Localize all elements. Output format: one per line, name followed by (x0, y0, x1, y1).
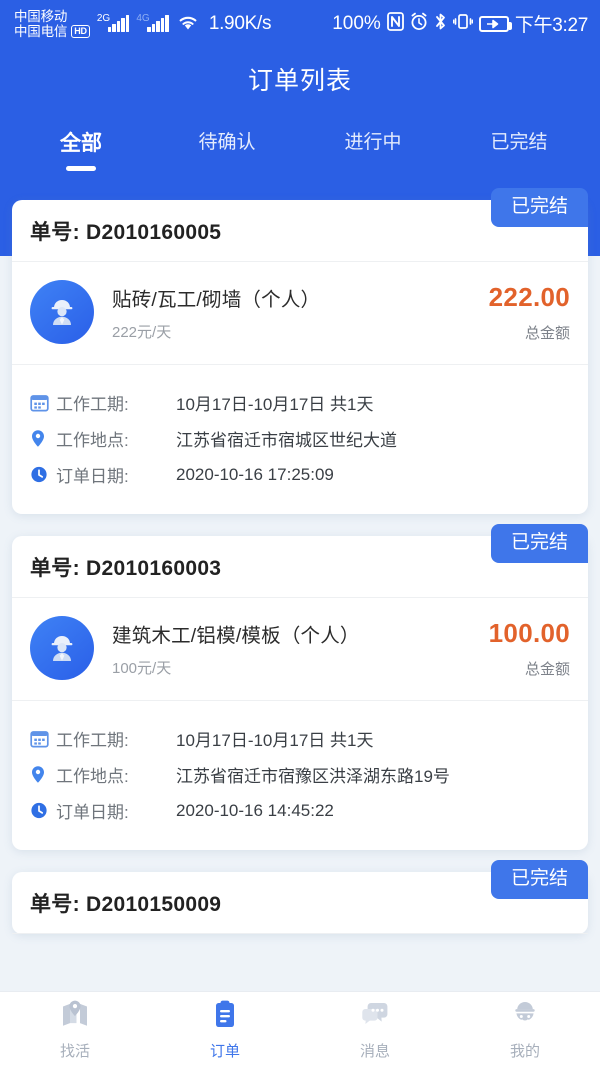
calendar-icon (30, 729, 56, 748)
signal-4g-label: 4G (136, 13, 150, 24)
meta-row-duration: 工作工期: 10月17日-10月17日 共1天 (30, 390, 570, 415)
avatar (30, 616, 94, 680)
nav-label-profile: 我的 (509, 1042, 540, 1060)
meta-label-location: 工作地点: (56, 431, 129, 450)
map-pin-icon (30, 429, 56, 448)
meta-row-duration: 工作工期: 10月17日-10月17日 共1天 (30, 726, 570, 751)
meta-value-duration: 10月17日-10月17日 共1天 (176, 395, 374, 414)
meta-label-duration: 工作工期: (56, 395, 129, 414)
job-title: 建筑木工/铝模/模板（个人） (112, 624, 360, 647)
meta-label-duration: 工作工期: (56, 731, 129, 750)
tab-pending-confirm[interactable]: 待确认 (154, 127, 300, 171)
network-speed: 1.90K/s (208, 12, 272, 34)
nav-label-messages: 消息 (359, 1042, 390, 1060)
order-meta: 工作工期: 10月17日-10月17日 共1天 工作地点: 江苏省宿迁市宿城区世… (12, 364, 588, 514)
meta-row-date: 订单日期: 2020-10-16 14:45:22 (30, 798, 570, 823)
meta-value-duration: 10月17日-10月17日 共1天 (176, 731, 374, 750)
order-meta: 工作工期: 10月17日-10月17日 共1天 工作地点: 江苏省宿迁市宿豫区洪… (12, 700, 588, 850)
job-rate: 100元/天 (112, 659, 172, 677)
clock-icon (30, 465, 56, 484)
nav-item-find-work[interactable]: 找活 (0, 999, 150, 1061)
signal-2g-label: 2G (96, 13, 111, 24)
order-price: 222.00 (488, 281, 570, 312)
nav-item-profile[interactable]: 我的 (450, 999, 600, 1061)
order-number: 单号: D2010150009 (30, 892, 222, 916)
job-title: 贴砖/瓦工/砌墙（个人） (112, 288, 321, 311)
order-list[interactable]: 已完结 单号: D2010160005 贴砖/瓦工/砌墙（个人） 222元/天 … (0, 188, 600, 991)
order-card[interactable]: 已完结 单号: D2010160005 贴砖/瓦工/砌墙（个人） 222元/天 … (12, 188, 588, 514)
map-pin-icon (60, 999, 90, 1034)
carrier-secondary: 中国电信 (14, 23, 68, 39)
page-title: 订单列表 (247, 67, 352, 95)
avatar (30, 280, 94, 344)
status-icons: 100% 下午3:27 (332, 10, 588, 37)
bluetooth-icon (434, 12, 447, 35)
meta-value-date: 2020-10-16 17:25:09 (176, 464, 334, 484)
status-badge: 已完结 (490, 860, 588, 899)
alarm-icon (410, 12, 428, 35)
signal-2g-icon: 2G (96, 13, 130, 32)
meta-row-location: 工作地点: 江苏省宿迁市宿城区世纪大道 (30, 426, 570, 451)
vibrate-icon (452, 12, 474, 35)
nav-label-find-work: 找活 (59, 1042, 90, 1060)
tab-all[interactable]: 全部 (8, 127, 154, 171)
meta-label-date: 订单日期: (56, 803, 129, 822)
order-price-label: 总金额 (524, 324, 570, 342)
tab-bar: 全部 待确认 进行中 已完结 (0, 127, 600, 171)
order-card[interactable]: 已完结 单号: D2010160003 建筑木工/铝模/模板（个人） 100元/… (12, 524, 588, 850)
clipboard-icon (210, 999, 240, 1034)
order-job-row: 建筑木工/铝模/模板（个人） 100元/天 100.00 总金额 (12, 598, 588, 700)
status-badge: 已完结 (490, 524, 588, 563)
nav-item-messages[interactable]: 消息 (300, 999, 450, 1061)
order-price: 100.00 (488, 617, 570, 648)
battery-percent: 100% (332, 12, 381, 34)
helmet-person-icon (510, 999, 540, 1034)
clock-icon (30, 801, 56, 820)
tab-completed-label: 已完结 (490, 132, 548, 153)
chat-bubbles-icon (360, 999, 390, 1034)
meta-value-location: 江苏省宿迁市宿豫区洪泽湖东路19号 (176, 767, 450, 786)
wifi-icon (176, 12, 200, 36)
nav-item-orders[interactable]: 订单 (150, 999, 300, 1061)
job-rate: 222元/天 (112, 323, 172, 341)
meta-value-location: 江苏省宿迁市宿城区世纪大道 (176, 431, 397, 450)
signal-4g-icon: 4G (136, 13, 169, 32)
nav-label-orders: 订单 (209, 1042, 240, 1060)
order-card[interactable]: 已完结 单号: D2010150009 (12, 860, 588, 934)
meta-row-location: 工作地点: 江苏省宿迁市宿豫区洪泽湖东路19号 (30, 762, 570, 787)
hd-badge: HD (71, 24, 90, 38)
tab-all-label: 全部 (60, 132, 102, 155)
nfc-icon (386, 12, 404, 35)
status-bar: 中国移动 中国电信 HD 2G 4G 1.90K/s 100% 下午3:27 (0, 0, 600, 47)
order-number: 单号: D2010160005 (30, 220, 222, 244)
tab-in-progress-label: 进行中 (344, 132, 402, 153)
carrier-primary: 中国移动 (14, 8, 68, 24)
tab-in-progress[interactable]: 进行中 (300, 127, 446, 171)
order-job-row: 贴砖/瓦工/砌墙（个人） 222元/天 222.00 总金额 (12, 262, 588, 364)
meta-row-date: 订单日期: 2020-10-16 17:25:09 (30, 462, 570, 487)
tab-pending-confirm-label: 待确认 (198, 132, 256, 153)
status-badge: 已完结 (490, 188, 588, 227)
order-number: 单号: D2010160003 (30, 556, 222, 580)
map-pin-icon (30, 765, 56, 784)
tab-active-indicator (66, 166, 96, 171)
meta-label-date: 订单日期: (56, 467, 129, 486)
meta-value-date: 2020-10-16 14:45:22 (176, 800, 334, 820)
carrier-info: 中国移动 中国电信 HD (14, 9, 90, 39)
meta-label-location: 工作地点: (56, 767, 129, 786)
tab-completed[interactable]: 已完结 (446, 127, 592, 171)
battery-icon (478, 15, 512, 32)
bottom-navigation: 找活 订单 消息 我的 (0, 991, 600, 1067)
status-time: 下午3:27 (514, 15, 588, 36)
order-price-label: 总金额 (524, 660, 570, 678)
calendar-icon (30, 393, 56, 412)
